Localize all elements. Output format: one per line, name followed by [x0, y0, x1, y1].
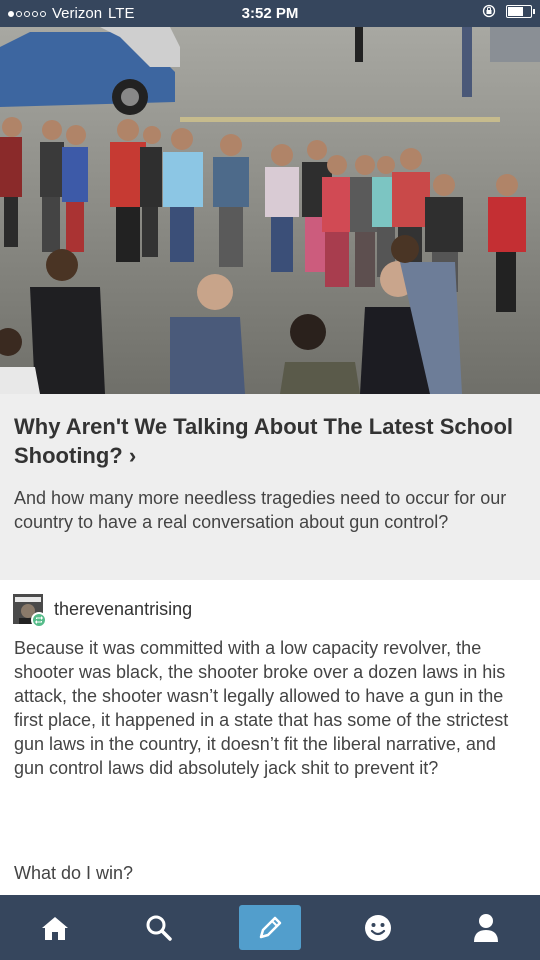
- article-photo-image: [0, 27, 540, 394]
- account-icon: [474, 913, 498, 942]
- username-link[interactable]: therevenantrising: [54, 599, 192, 620]
- battery-level: [508, 6, 523, 16]
- article-card[interactable]: Why Aren't We Talking About The Latest S…: [0, 394, 540, 580]
- activity-icon: [365, 914, 391, 941]
- article-photo[interactable]: [0, 27, 540, 394]
- battery-icon: [506, 4, 535, 18]
- compose-icon: [259, 916, 282, 938]
- search-icon: [146, 915, 172, 941]
- status-bar: Verizon LTE 3:52 PM: [0, 0, 540, 27]
- tab-search[interactable]: [128, 905, 190, 950]
- post-closing-line: What do I win?: [14, 863, 134, 883]
- home-icon: [42, 916, 68, 940]
- rotation-lock-icon: [482, 4, 496, 18]
- article-subtitle: And how many more needless tragedies nee…: [14, 488, 507, 532]
- reblog-post: therevenantrising Because it was committ…: [0, 580, 540, 895]
- tab-activity[interactable]: [347, 905, 409, 950]
- tab-bar: [0, 895, 540, 960]
- status-right: [482, 4, 535, 18]
- tab-compose[interactable]: [239, 905, 301, 950]
- article-title[interactable]: Why Aren't We Talking About The Latest S…: [14, 412, 514, 470]
- tab-home[interactable]: [24, 905, 86, 950]
- tab-account[interactable]: [455, 905, 517, 950]
- chevron-right-icon: ›: [128, 443, 137, 468]
- status-time: 3:52 PM: [241, 5, 299, 22]
- article-title-text: Why Aren't We Talking About The Latest S…: [14, 414, 514, 468]
- post-body: Because it was committed with a low capa…: [14, 638, 509, 778]
- reblog-icon: [31, 612, 47, 628]
